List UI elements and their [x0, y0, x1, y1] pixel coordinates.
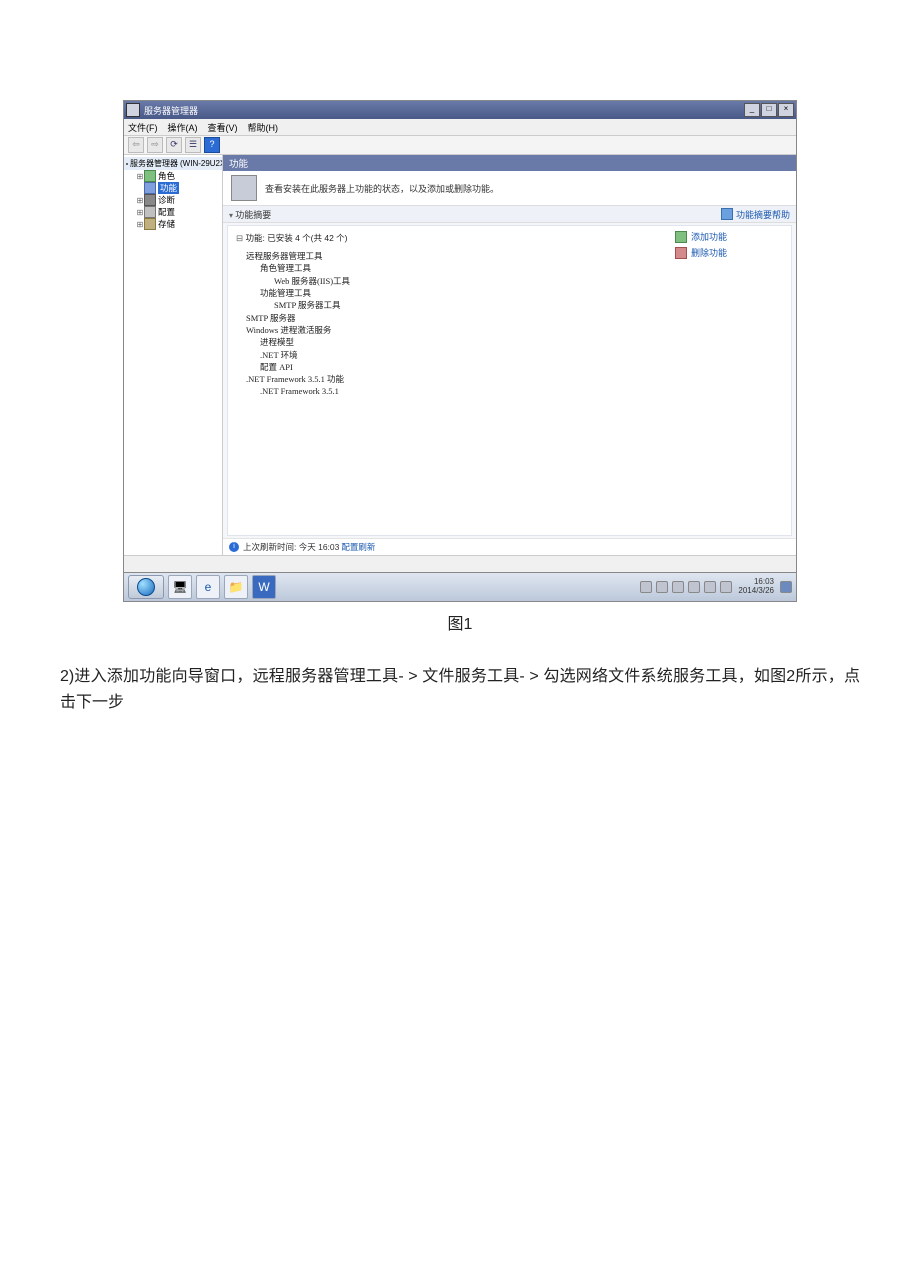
start-button[interactable] — [128, 575, 164, 599]
tree-root[interactable]: 服务器管理器 (WIN-29U2XBGYB9A) — [124, 157, 222, 170]
summary-help-link[interactable]: 功能摘要帮助 — [721, 208, 790, 221]
instruction-paragraph: 2)进入添加功能向导窗口，远程服务器管理工具- > 文件服务工具- > 勾选网络… — [30, 664, 890, 715]
summary-bar: 功能摘要 功能摘要帮助 — [223, 206, 796, 223]
feature-icon — [144, 182, 156, 194]
feature-row: 功能管理工具 — [236, 287, 663, 299]
menu-file[interactable]: 文件(F) — [128, 121, 158, 134]
maximize-button[interactable]: □ — [761, 103, 777, 117]
tree-root-label-a: 服务器管理器 — [130, 158, 178, 169]
add-icon — [675, 231, 687, 243]
info-icon: i — [229, 542, 239, 552]
content-header: 功能 — [223, 155, 796, 171]
feature-row: 进程模型 — [236, 336, 663, 348]
tray-icon[interactable] — [672, 581, 684, 593]
feature-row: SMTP 服务器 — [236, 312, 663, 324]
feature-row: .NET Framework 3.5.1 功能 — [236, 373, 663, 385]
feature-row: Web 服务器(IIS)工具 — [236, 275, 663, 287]
remove-icon — [675, 247, 687, 259]
menu-view[interactable]: 查看(V) — [208, 121, 238, 134]
feature-row: SMTP 服务器工具 — [236, 299, 663, 311]
tray-icon[interactable] — [704, 581, 716, 593]
tree-item-storage[interactable]: ⊞ 存储 — [124, 218, 222, 230]
help-button[interactable]: ? — [204, 137, 220, 153]
taskbar-app-explorer[interactable]: 📁 — [224, 575, 248, 599]
screenshot-figure: 服务器管理器 _ □ × 文件(F) 操作(A) 查看(V) 帮助(H) ⇦ ⇨… — [123, 100, 797, 602]
add-feature-link[interactable]: 添加功能 — [675, 230, 787, 243]
tray-icon[interactable] — [640, 581, 652, 593]
help-icon — [721, 208, 733, 220]
tree-item-label: 存储 — [158, 218, 175, 230]
menu-help[interactable]: 帮助(H) — [248, 121, 279, 134]
content-banner: 查看安装在此服务器上功能的状态，以及添加或删除功能。 — [223, 171, 796, 206]
titlebar: 服务器管理器 _ □ × — [124, 101, 796, 119]
refresh-button[interactable]: ⟳ — [166, 137, 182, 153]
role-icon — [144, 170, 156, 182]
tray-icon[interactable] — [656, 581, 668, 593]
tree-pane: 服务器管理器 (WIN-29U2XBGYB9A) ⊞ 角色 功能 ⊞ 诊断 ⊞ — [124, 155, 223, 555]
feature-row: Windows 进程激活服务 — [236, 324, 663, 336]
menubar: 文件(F) 操作(A) 查看(V) 帮助(H) — [124, 119, 796, 136]
tray-clock[interactable]: 16:03 2014/3/26 — [736, 578, 776, 596]
tree-root-label-b: (WIN-29U2XBGYB9A) — [180, 159, 223, 168]
tree-item-roles[interactable]: ⊞ 角色 — [124, 170, 222, 182]
configure-refresh-link[interactable]: 配置刷新 — [341, 541, 375, 553]
tree-item-label: 配置 — [158, 206, 175, 218]
feature-row: 配置 API — [236, 361, 663, 373]
conf-icon — [144, 206, 156, 218]
feature-row: .NET Framework 3.5.1 — [236, 385, 663, 397]
summary-help-text: 功能摘要帮助 — [736, 208, 790, 221]
menu-action[interactable]: 操作(A) — [168, 121, 198, 134]
server-icon — [126, 163, 128, 165]
taskbar: 🖥 e 📁 W 16:03 2014/3/26 — [124, 572, 796, 601]
last-refresh-text: 上次刷新时间: 今天 16:03 — [243, 541, 339, 553]
show-desktop-button[interactable] — [780, 581, 792, 593]
statusbar — [124, 555, 796, 572]
nav-forward-button[interactable]: ⇨ — [147, 137, 163, 153]
tray-icon[interactable] — [720, 581, 732, 593]
summary-label: 功能摘要 — [229, 208, 271, 221]
tree-item-label: 功能 — [158, 182, 179, 194]
tree-item-features[interactable]: 功能 — [124, 182, 222, 194]
toolbar: ⇦ ⇨ ⟳ ☰ ? — [124, 136, 796, 155]
properties-button[interactable]: ☰ — [185, 137, 201, 153]
stor-icon — [144, 218, 156, 230]
banner-icon — [231, 175, 257, 201]
feature-tree: 远程服务器管理工具 角色管理工具 Web 服务器(IIS)工具 功能管理工具 S… — [236, 250, 663, 398]
tray-icon[interactable] — [688, 581, 700, 593]
feature-row: 角色管理工具 — [236, 262, 663, 274]
diag-icon — [144, 194, 156, 206]
feature-row: .NET 环境 — [236, 349, 663, 361]
close-button[interactable]: × — [778, 103, 794, 117]
remove-feature-link[interactable]: 删除功能 — [675, 246, 787, 259]
content-header-label: 功能 — [229, 156, 248, 170]
feature-count: 功能: 已安装 4 个(共 42 个) — [236, 232, 663, 244]
figure-caption: 图1 — [30, 610, 890, 634]
taskbar-app-word[interactable]: W — [252, 575, 276, 599]
tree-item-label: 角色 — [158, 170, 175, 182]
tray: 16:03 2014/3/26 — [640, 578, 792, 596]
main-pane: 功能 查看安装在此服务器上功能的状态，以及添加或删除功能。 功能摘要 功能摘要帮… — [223, 155, 796, 555]
clock-date: 2014/3/26 — [738, 587, 774, 596]
tree-item-configuration[interactable]: ⊞ 配置 — [124, 206, 222, 218]
start-orb-icon — [137, 578, 155, 596]
add-feature-label: 添加功能 — [691, 230, 727, 243]
nav-back-button[interactable]: ⇦ — [128, 137, 144, 153]
app-icon — [126, 103, 140, 117]
content-footer: i 上次刷新时间: 今天 16:03 配置刷新 — [223, 538, 796, 555]
tree-item-label: 诊断 — [158, 194, 175, 206]
banner-text: 查看安装在此服务器上功能的状态，以及添加或删除功能。 — [265, 182, 499, 195]
window-title: 服务器管理器 — [144, 104, 198, 117]
tree-item-diagnostics[interactable]: ⊞ 诊断 — [124, 194, 222, 206]
taskbar-app-ie[interactable]: e — [196, 575, 220, 599]
taskbar-app-server-manager[interactable]: 🖥 — [168, 575, 192, 599]
feature-row: 远程服务器管理工具 — [236, 250, 663, 262]
remove-feature-label: 删除功能 — [691, 246, 727, 259]
content-body: 功能: 已安装 4 个(共 42 个) 远程服务器管理工具 角色管理工具 Web… — [227, 225, 792, 536]
minimize-button[interactable]: _ — [744, 103, 760, 117]
